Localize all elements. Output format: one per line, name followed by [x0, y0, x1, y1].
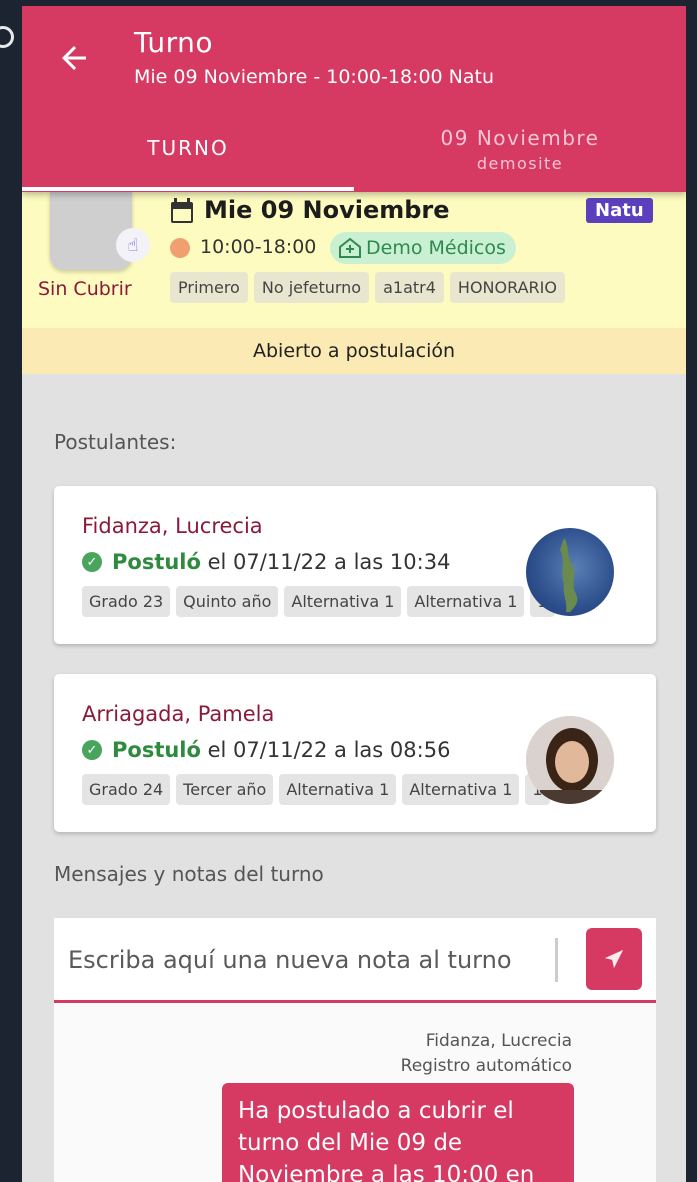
- hospital-icon: [339, 237, 361, 258]
- window-control-dot: [0, 26, 14, 48]
- applicant-avatar: [526, 528, 614, 616]
- message-meta: Fidanza, Lucrecia Registro automático: [401, 1029, 572, 1079]
- applied-label: Postuló: [112, 738, 201, 762]
- calendar-icon: [171, 198, 193, 223]
- applied-detail: el 07/11/22 a las 10:34: [207, 550, 451, 574]
- applicant-tag: Grado 23: [82, 586, 171, 617]
- send-button[interactable]: [586, 928, 642, 990]
- page-subtitle: Mie 09 Noviembre - 10:00-18:00 Natu: [134, 66, 495, 88]
- applicant-tag: Quinto año: [176, 586, 279, 617]
- shift-status-bar: Abierto a postulación: [22, 328, 686, 374]
- applicant-tag: Alternativa 1: [402, 774, 520, 805]
- shift-tags: Primero No jefeturno a1atr4 HONORARIO: [170, 272, 565, 303]
- applicant-tags: Grado 23 Quinto año Alternativa 1 Altern…: [82, 586, 555, 617]
- applicant-name: Fidanza, Lucrecia: [82, 514, 263, 538]
- notes-panel: Fidanza, Lucrecia Registro automático Ha…: [54, 918, 656, 1182]
- applicant-tag: Tercer año: [176, 774, 274, 805]
- app-screen: Turno Mie 09 Noviembre - 10:00-18:00 Nat…: [22, 6, 686, 1182]
- tab-turno[interactable]: TURNO: [22, 126, 354, 160]
- applicant-tag: Grado 24: [82, 774, 171, 805]
- applicant-status: ✓ Postuló el 07/11/22 a las 10:34: [82, 550, 450, 574]
- applicant-tags: Grado 24 Tercer año Alternativa 1 Altern…: [82, 774, 550, 805]
- note-input[interactable]: [68, 938, 558, 982]
- notes-label: Mensajes y notas del turno: [54, 862, 324, 886]
- tab-turno-label: TURNO: [147, 136, 229, 160]
- applicant-tag: Alternativa 1: [284, 586, 402, 617]
- shift-tag: a1atr4: [375, 272, 444, 303]
- check-circle-icon: ✓: [82, 552, 102, 572]
- applicant-tag: Alternativa 1: [279, 774, 397, 805]
- check-circle-icon: ✓: [82, 740, 102, 760]
- send-icon: [604, 949, 624, 969]
- shift-avatar: ☝: [50, 192, 150, 270]
- applied-label: Postuló: [112, 550, 201, 574]
- shift-tag: Primero: [170, 272, 248, 303]
- chat-area: Fidanza, Lucrecia Registro automático Ha…: [54, 1003, 656, 1182]
- applicants-label: Postulantes:: [54, 430, 177, 454]
- applied-detail: el 07/11/22 a las 08:56: [207, 738, 451, 762]
- shift-tag: HONORARIO: [449, 272, 565, 303]
- applicant-status: ✓ Postuló el 07/11/22 a las 08:56: [82, 738, 450, 762]
- message-author: Fidanza, Lucrecia: [425, 1031, 572, 1051]
- back-arrow-icon[interactable]: [56, 40, 92, 76]
- tab-date-label: 09 Noviembre: [440, 126, 600, 150]
- active-tab-indicator: [22, 187, 354, 191]
- site-name: Demo Médicos: [366, 237, 506, 259]
- message-source: Registro automático: [400, 1056, 572, 1076]
- coverage-status: Sin Cubrir: [38, 278, 132, 300]
- shift-tag: No jefeturno: [253, 272, 370, 303]
- app-header: Turno Mie 09 Noviembre - 10:00-18:00 Nat…: [22, 6, 686, 192]
- message-bubble: Ha postulado a cubrir el turno del Mie 0…: [222, 1083, 574, 1182]
- shift-date: Mie 09 Noviembre: [204, 196, 450, 224]
- page-title: Turno: [134, 26, 213, 59]
- hand-icon: ☝: [116, 228, 150, 262]
- shift-summary: ☝ Sin Cubrir Mie 09 Noviembre Natu 10:00…: [22, 192, 686, 328]
- applicant-card[interactable]: Fidanza, Lucrecia ✓ Postuló el 07/11/22 …: [54, 486, 656, 644]
- tab-date[interactable]: 09 Noviembre demosite: [354, 126, 686, 173]
- applicant-name: Arriagada, Pamela: [82, 702, 275, 726]
- site-chip[interactable]: Demo Médicos: [330, 232, 516, 264]
- tab-date-sublabel: demosite: [476, 154, 564, 173]
- clock-icon: [170, 238, 190, 258]
- shift-hours: 10:00-18:00: [200, 236, 317, 258]
- applicant-avatar: [526, 716, 614, 804]
- applicant-tag: Alternativa 1: [407, 586, 525, 617]
- applicant-card[interactable]: Arriagada, Pamela ✓ Postuló el 07/11/22 …: [54, 674, 656, 832]
- shift-badge: Natu: [586, 198, 653, 223]
